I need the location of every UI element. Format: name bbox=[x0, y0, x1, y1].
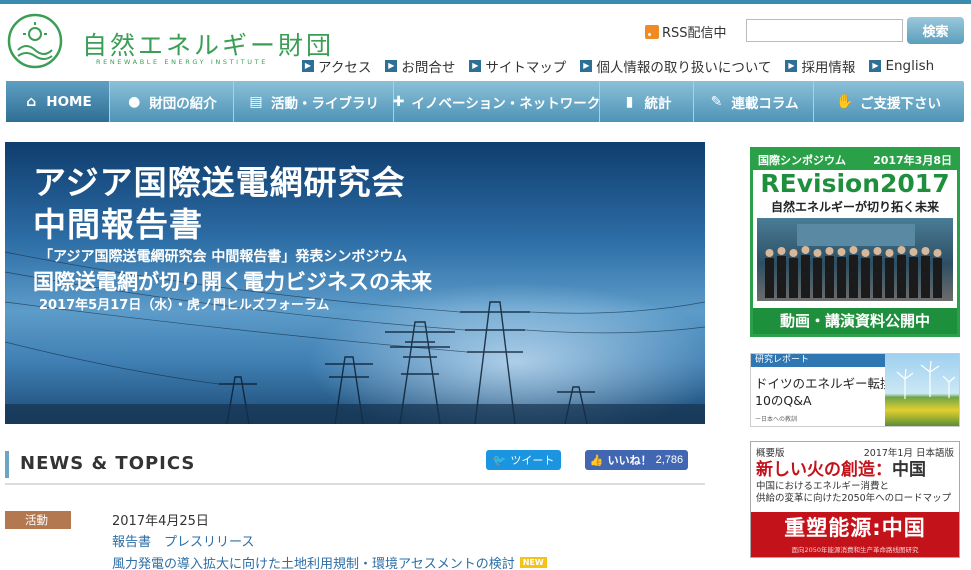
site-logo[interactable]: 自然エネルギー財団 RENEWABLE ENERGY INSTITUTE bbox=[6, 12, 331, 76]
news-item-link[interactable]: 風力発電の導入拡大に向けた土地利用規制・環境アセスメントの検討 NEW bbox=[112, 553, 547, 570]
link-english[interactable]: ▶ English bbox=[869, 56, 934, 76]
news-divider bbox=[5, 483, 705, 485]
top-accent-line bbox=[0, 0, 971, 4]
banner-china-desc-line1: 中国におけるエネルギー消費と bbox=[756, 481, 890, 492]
arrow-right-icon: ▶ bbox=[469, 60, 482, 72]
tweet-button[interactable]: 🐦 ツイート bbox=[486, 450, 561, 470]
banner-revision-footer: 動画・講演資料公開中 bbox=[753, 308, 957, 334]
nav-about[interactable]: ● 財団の紹介 bbox=[110, 81, 234, 122]
arrow-right-icon: ▶ bbox=[302, 60, 314, 72]
arrow-right-icon: ▶ bbox=[869, 60, 882, 72]
news-category-link[interactable]: 報告書 プレスリリース bbox=[112, 531, 254, 550]
hero-subtitle-line1: 「アジア国際送電網研究会 中間報告書」発表シンポジウム bbox=[39, 249, 408, 265]
nav-home[interactable]: ⌂ HOME bbox=[6, 81, 110, 122]
banner-report-header: 研究レポート bbox=[751, 354, 886, 367]
banner-china-desc-line2: 供給の変革に向けた2050年へのロードマップ bbox=[756, 493, 952, 504]
banner-china-energy[interactable]: 概要版 2017年1月 日本語版 新しい火の創造：中国 中国におけるエネルギー消… bbox=[750, 441, 960, 558]
hero-title-line1: アジア国際送電網研究会 bbox=[33, 163, 406, 202]
nav-column[interactable]: ✎ 連載コラム bbox=[694, 81, 814, 122]
hero-event-date: 2017年5月17日（水）・虎ノ門ヒルズフォーラム bbox=[39, 298, 330, 313]
group-photo-illustration bbox=[765, 224, 942, 298]
pen-icon: ✎ bbox=[710, 93, 723, 110]
logo-emblem-icon bbox=[7, 13, 63, 69]
banner-china-title: 新しい火の創造：中国 bbox=[756, 460, 926, 480]
section-marker bbox=[5, 451, 9, 478]
person-icon: ● bbox=[128, 93, 141, 110]
twitter-bird-icon: 🐦 bbox=[492, 454, 507, 467]
nav-innovation[interactable]: ✚ イノベーション・ネットワーク bbox=[392, 81, 600, 122]
like-count: 2,786 bbox=[655, 454, 684, 466]
handshake-icon: ✋ bbox=[836, 93, 854, 110]
arrow-right-icon: ▶ bbox=[385, 60, 398, 72]
arrow-right-icon: ▶ bbox=[785, 60, 798, 72]
banner-china-red-title: 重塑能源:中国 bbox=[784, 516, 926, 540]
wind-turbine-icon bbox=[896, 360, 956, 399]
link-contact[interactable]: ▶ お問合せ bbox=[385, 56, 455, 76]
link-sitemap[interactable]: ▶ サイトマップ bbox=[469, 56, 566, 76]
rss-link[interactable]: RSS配信中 bbox=[645, 22, 727, 41]
hero-subtitle-line2: 国際送電網が切り開く電力ビジネスの未来 bbox=[33, 270, 432, 294]
news-date: 2017年4月25日 bbox=[112, 514, 209, 529]
link-privacy[interactable]: ▶ 個人情報の取り扱いについて bbox=[580, 56, 771, 76]
search-input[interactable] bbox=[746, 19, 903, 42]
news-heading: NEWS & TOPICS bbox=[20, 453, 196, 474]
rss-icon bbox=[645, 24, 659, 39]
banner-revision-header: 国際シンポジウム 2017年3月8日 bbox=[753, 150, 957, 170]
link-access[interactable]: ▶ アクセス bbox=[302, 56, 371, 76]
banner-china-red-subtitle: 面向2050年能源消费和生产革命路线图研究 bbox=[791, 546, 919, 554]
symposium-photo bbox=[757, 218, 953, 301]
banner-revision-subtitle: 自然エネルギーが切り拓く未来 bbox=[770, 200, 939, 214]
network-icon: ✚ bbox=[392, 93, 405, 110]
banner-report-note: ー日本への教訓 bbox=[755, 416, 798, 423]
banner-china-header: 概要版 2017年1月 日本語版 bbox=[756, 448, 954, 459]
nav-statistics[interactable]: ▮ 統計 bbox=[600, 81, 694, 122]
thumbs-up-icon: 👍 bbox=[589, 454, 604, 467]
arrow-right-icon: ▶ bbox=[580, 60, 593, 72]
banner-report-title: ドイツのエネルギー転換 10のQ&A bbox=[755, 376, 893, 408]
link-recruit[interactable]: ▶ 採用情報 bbox=[785, 56, 855, 76]
banner-revision-title: REvision2017 bbox=[760, 169, 950, 198]
logo-subtitle: RENEWABLE ENERGY INSTITUTE bbox=[96, 58, 268, 66]
search-button[interactable]: 検索 bbox=[907, 17, 964, 44]
news-tag: 活動 bbox=[5, 511, 71, 529]
home-icon: ⌂ bbox=[26, 93, 37, 110]
banner-revision2017[interactable]: 国際シンポジウム 2017年3月8日 REvision2017 自然エネルギーが… bbox=[750, 147, 960, 337]
banner-germany-energy-report[interactable]: 研究レポート ドイツのエネルギー転換 10のQ&A ー日本への教訓 bbox=[750, 353, 960, 427]
nav-activities[interactable]: ▤ 活動・ライブラリ bbox=[234, 81, 394, 122]
nav-support[interactable]: ✋ ご支援下さい bbox=[814, 81, 964, 122]
document-icon: ▤ bbox=[249, 93, 263, 110]
hero-banner[interactable]: アジア国際送電網研究会 中間報告書 「アジア国際送電網研究会 中間報告書」発表シ… bbox=[5, 142, 705, 424]
logo-title: 自然エネルギー財団 bbox=[82, 31, 335, 60]
new-badge: NEW bbox=[519, 557, 547, 568]
rss-label: RSS配信中 bbox=[662, 26, 727, 41]
hero-title-line2: 中間報告書 bbox=[33, 205, 203, 244]
facebook-like-button[interactable]: 👍 いいね！ 2,786 bbox=[585, 450, 688, 470]
utility-links: ▶ アクセス ▶ お問合せ ▶ サイトマップ ▶ 個人情報の取り扱いについて ▶ 採用情報… bbox=[302, 56, 934, 76]
wind-turbines-image bbox=[885, 354, 959, 426]
main-nav: ⌂ HOME ● 財団の紹介 ▤ 活動・ライブラリ ✚ イノベーション・ネットワーク ▮… bbox=[6, 81, 964, 122]
banner-china-red-block: 重塑能源:中国 面向2050年能源消费和生产革命路线图研究 bbox=[751, 512, 959, 557]
bar-chart-icon: ▮ bbox=[625, 93, 634, 110]
